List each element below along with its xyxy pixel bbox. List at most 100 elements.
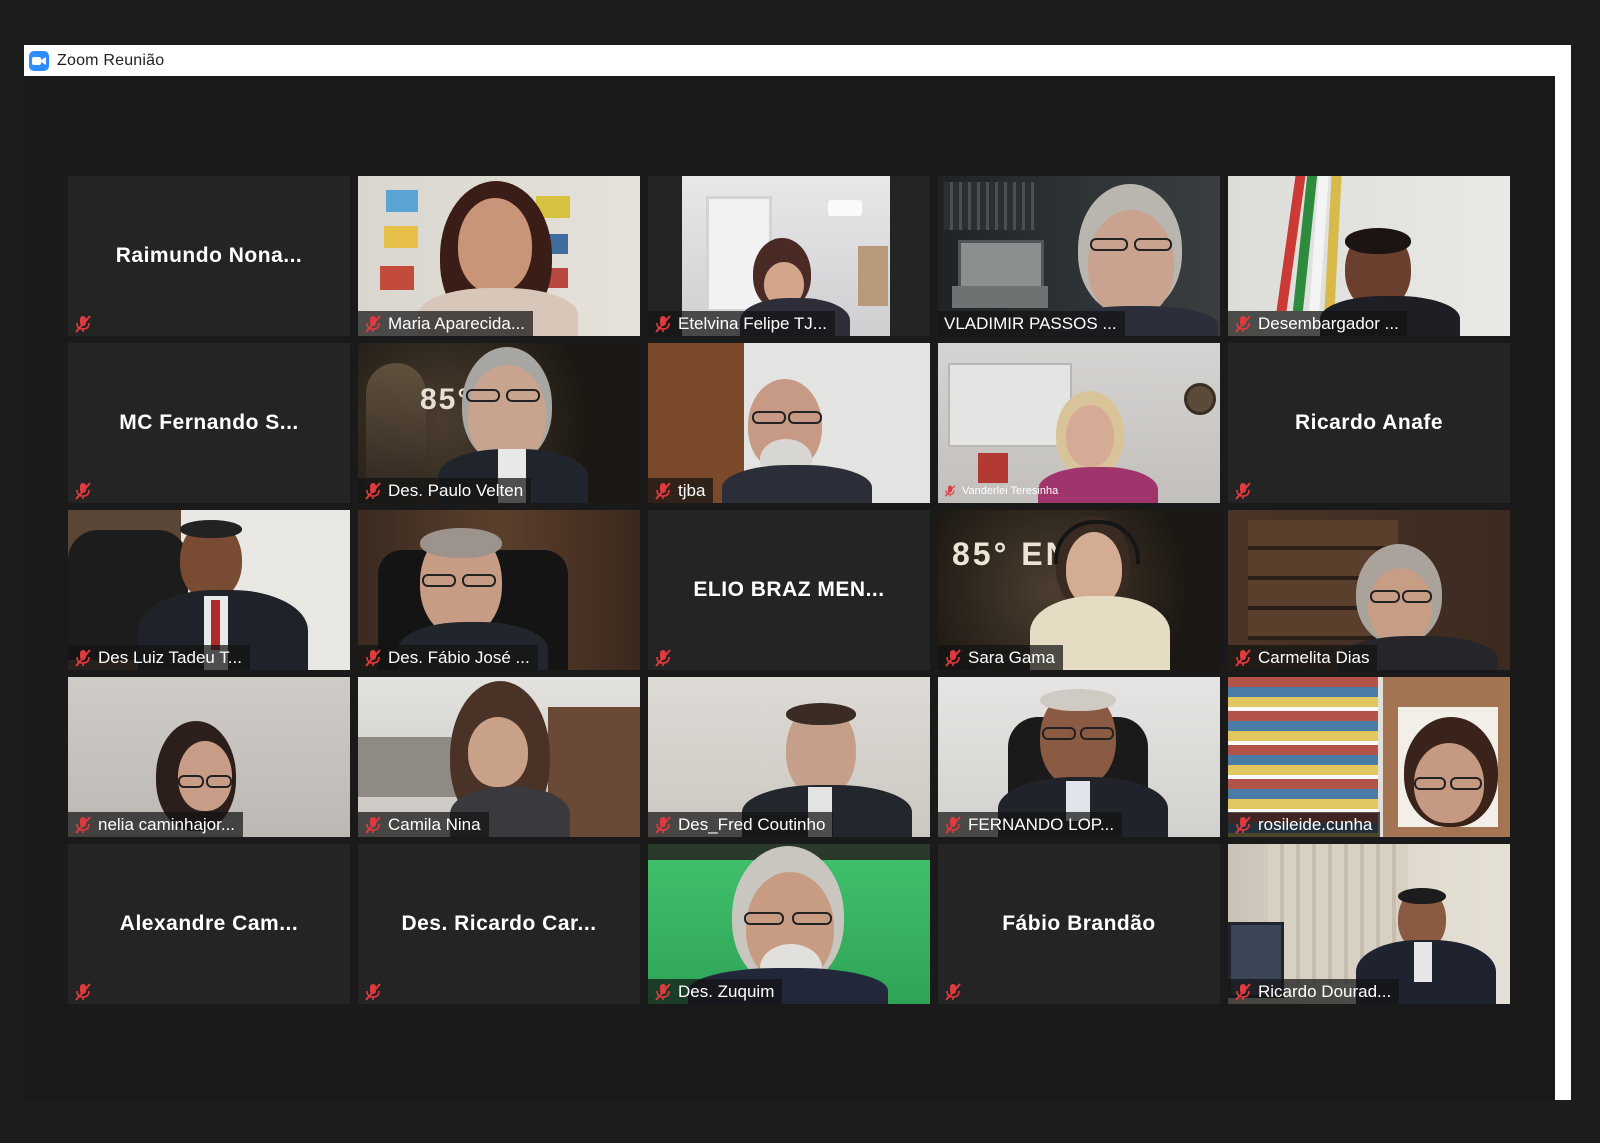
name-bar xyxy=(68,478,106,503)
name-bar: Des Luiz Tadeu T... xyxy=(68,645,250,670)
name-bar xyxy=(68,979,106,1004)
participant-tile[interactable]: Des. Ricardo Car... xyxy=(358,844,640,1004)
participant-name-large: Alexandre Cam... xyxy=(119,912,299,935)
muted-microphone-icon xyxy=(365,648,381,667)
muted-microphone-icon xyxy=(1235,648,1251,667)
participant-name-large: Raimundo Nona... xyxy=(115,244,303,267)
name-bar: tjba xyxy=(648,478,714,503)
participant-tile[interactable]: 85° ENGE Sara Gama xyxy=(938,510,1220,670)
participant-name: nelia caminhajor... xyxy=(98,814,236,834)
participant-tile[interactable]: Fábio Brandão xyxy=(938,844,1220,1004)
muted-microphone-icon xyxy=(945,648,961,667)
name-bar xyxy=(358,979,396,1004)
name-bar: Des. Paulo Velten xyxy=(358,478,532,503)
zoom-window: Zoom Reunião Raimundo Nona... Maria Apar… xyxy=(24,45,1571,1100)
muted-microphone-icon xyxy=(945,982,961,1001)
zoom-camera-icon xyxy=(29,50,49,71)
participant-name: tjba xyxy=(678,480,706,500)
participant-name: Sara Gama xyxy=(968,647,1055,667)
muted-microphone-icon xyxy=(75,982,91,1001)
participant-name-large: MC Fernando S... xyxy=(119,411,299,434)
participant-tile[interactable]: Alexandre Cam... xyxy=(68,844,350,1004)
name-bar: Vanderlei Teresinha xyxy=(938,478,1066,503)
participant-name: Des. Fábio José ... xyxy=(388,647,530,667)
muted-microphone-icon xyxy=(1235,815,1251,834)
muted-microphone-icon xyxy=(655,481,671,500)
participant-tile[interactable]: Des. Fábio José ... xyxy=(358,510,640,670)
name-bar: Desembargador ... xyxy=(1228,311,1407,336)
participant-name: Ricardo Dourad... xyxy=(1258,981,1392,1001)
name-bar: Des. Fábio José ... xyxy=(358,645,538,670)
gallery-grid: Raimundo Nona... Maria Aparecida... Etel… xyxy=(68,176,1510,1004)
participant-name-large: ELIO BRAZ MEN... xyxy=(693,578,885,601)
participant-name: Des. Paulo Velten xyxy=(388,480,524,500)
name-bar: Carmelita Dias xyxy=(1228,645,1378,670)
participant-tile[interactable]: tjba xyxy=(648,343,930,503)
muted-microphone-icon xyxy=(365,982,381,1001)
participant-tile-active-speaker[interactable]: VLADIMIR PASSOS ... xyxy=(938,176,1220,336)
name-bar xyxy=(68,311,106,336)
muted-microphone-icon xyxy=(365,314,381,333)
name-bar: VLADIMIR PASSOS ... xyxy=(938,311,1125,336)
participant-name: Carmelita Dias xyxy=(1258,647,1370,667)
name-bar xyxy=(938,979,976,1004)
participant-tile[interactable]: nelia caminhajor... xyxy=(68,677,350,837)
participant-name-large: Des. Ricardo Car... xyxy=(401,912,597,935)
name-bar: rosileide.cunha xyxy=(1228,812,1381,837)
participant-name: Des Luiz Tadeu T... xyxy=(98,647,242,667)
name-bar: Etelvina Felipe TJ... xyxy=(648,311,835,336)
participant-tile[interactable]: Ricardo Anafe xyxy=(1228,343,1510,503)
participant-name: Des. Zuquim xyxy=(678,981,775,1001)
participant-tile[interactable]: rosileide.cunha xyxy=(1228,677,1510,837)
window-title: Zoom Reunião xyxy=(57,51,165,69)
participant-name: VLADIMIR PASSOS ... xyxy=(944,313,1117,333)
muted-microphone-icon xyxy=(655,815,671,834)
participant-tile[interactable]: Des. Zuquim xyxy=(648,844,930,1004)
participant-tile[interactable]: Des Luiz Tadeu T... xyxy=(68,510,350,670)
name-bar: Sara Gama xyxy=(938,645,1063,670)
participant-name: Des_Fred Coutinho xyxy=(678,814,826,834)
participant-name: FERNANDO LOP... xyxy=(968,814,1115,834)
participant-tile[interactable]: Etelvina Felipe TJ... xyxy=(648,176,930,336)
participant-name: Etelvina Felipe TJ... xyxy=(678,313,827,333)
participant-tile[interactable]: ELIO BRAZ MEN... xyxy=(648,510,930,670)
muted-microphone-icon xyxy=(1235,314,1251,333)
muted-microphone-icon xyxy=(75,314,91,333)
muted-microphone-icon xyxy=(655,314,671,333)
participant-name: Camila Nina xyxy=(388,814,481,834)
name-bar: Maria Aparecida... xyxy=(358,311,534,336)
muted-microphone-icon xyxy=(655,648,671,667)
participant-tile[interactable]: Desembargador ... xyxy=(1228,176,1510,336)
participant-name: Maria Aparecida... xyxy=(388,313,526,333)
muted-microphone-icon xyxy=(75,648,91,667)
muted-microphone-icon xyxy=(365,481,381,500)
participant-tile[interactable]: Maria Aparecida... xyxy=(358,176,640,336)
muted-microphone-icon xyxy=(75,815,91,834)
muted-microphone-icon xyxy=(655,982,671,1001)
title-bar: Zoom Reunião xyxy=(24,45,1571,76)
name-bar: Ricardo Dourad... xyxy=(1228,979,1400,1004)
participant-tile[interactable]: FERNANDO LOP... xyxy=(938,677,1220,837)
muted-microphone-icon xyxy=(1235,481,1251,500)
muted-microphone-icon xyxy=(1235,982,1251,1001)
participant-name-large: Fábio Brandão xyxy=(1002,912,1156,935)
muted-microphone-icon xyxy=(945,815,961,834)
participant-name: rosileide.cunha xyxy=(1258,814,1373,834)
participant-tile[interactable]: MC Fernando S... xyxy=(68,343,350,503)
window-edge xyxy=(1555,76,1571,1100)
name-bar: Des_Fred Coutinho xyxy=(648,812,834,837)
participant-name: Vanderlei Teresinha xyxy=(962,484,1059,497)
name-bar xyxy=(648,645,686,670)
participant-name-large: Ricardo Anafe xyxy=(1294,411,1444,434)
participant-tile[interactable]: Vanderlei Teresinha xyxy=(938,343,1220,503)
participant-tile[interactable]: Ricardo Dourad... xyxy=(1228,844,1510,1004)
participant-tile[interactable]: Raimundo Nona... xyxy=(68,176,350,336)
participant-tile[interactable]: Camila Nina xyxy=(358,677,640,837)
name-bar: Camila Nina xyxy=(358,812,489,837)
name-bar xyxy=(1228,478,1266,503)
participant-name: Desembargador ... xyxy=(1258,313,1399,333)
participant-tile[interactable]: Carmelita Dias xyxy=(1228,510,1510,670)
participant-tile[interactable]: 85° DGE Des. Paulo Velten xyxy=(358,343,640,503)
participant-tile[interactable]: Des_Fred Coutinho xyxy=(648,677,930,837)
name-bar: nelia caminhajor... xyxy=(68,812,244,837)
